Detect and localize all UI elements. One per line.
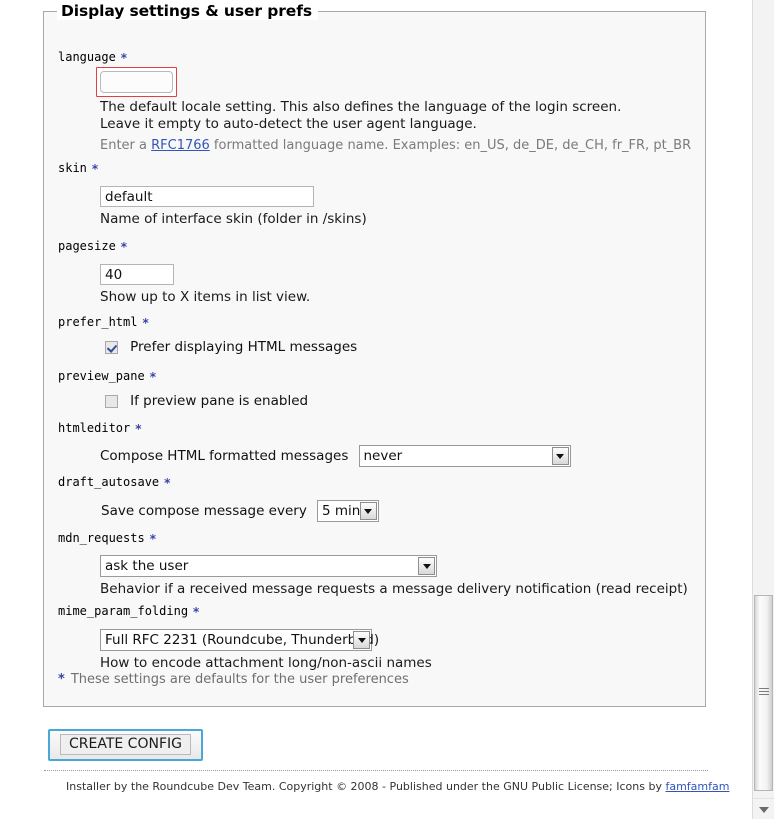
htmleditor-select-value: never [363, 448, 403, 464]
label-text: language [58, 50, 116, 64]
required-marker: * [164, 476, 171, 490]
label-skin: skin * [58, 161, 99, 176]
example-prefix: Enter a [100, 138, 152, 153]
label-text: mime_param_folding [58, 604, 189, 618]
preview-pane-checkbox-label: If preview pane is enabled [130, 393, 309, 409]
required-footnote-text: These settings are defaults for the user… [70, 672, 409, 687]
required-marker: * [135, 422, 142, 436]
pagesize-hint: Show up to X items in list view. [100, 289, 311, 305]
required-marker: * [142, 316, 149, 330]
create-config-button-label: CREATE CONFIG [60, 734, 191, 755]
chevron-down-icon[interactable] [359, 502, 377, 520]
scrollbar-thumb[interactable] [754, 595, 773, 791]
chevron-down-icon[interactable] [418, 557, 435, 575]
required-marker: * [120, 240, 128, 254]
label-draft-autosave: draft_autosave * [58, 475, 171, 490]
prefer-html-checkbox-label: Prefer displaying HTML messages [130, 339, 358, 355]
language-input[interactable] [100, 71, 173, 93]
preview-pane-checkbox-group[interactable]: If preview pane is enabled [105, 393, 308, 409]
scrollbar-grip-icon [758, 688, 769, 698]
rfc1766-link[interactable]: RFC1766 [151, 138, 210, 153]
pagesize-input[interactable] [100, 264, 174, 285]
language-input-error-wrapper [96, 67, 177, 97]
scrollbar-track[interactable] [753, 0, 774, 797]
label-text: htmleditor [58, 421, 131, 435]
label-preview-pane: preview_pane * [58, 369, 156, 384]
label-text: mdn_requests [58, 531, 145, 545]
scrollbar-down-button[interactable] [753, 798, 774, 819]
htmleditor-select[interactable]: never [358, 445, 571, 467]
required-marker: * [193, 605, 200, 619]
create-config-button[interactable]: CREATE CONFIG [48, 729, 203, 761]
mdn-requests-select-value: ask the user [105, 558, 189, 574]
draft-autosave-select-value: 5 min [321, 503, 361, 519]
draft-autosave-select[interactable]: 5 min [316, 500, 379, 522]
page-footer: Installer by the Roundcube Dev Team. Cop… [66, 780, 729, 793]
installer-page: Display settings & user prefs language * … [0, 0, 752, 819]
preview-pane-checkbox[interactable] [105, 394, 118, 408]
htmleditor-prefix-label: Compose HTML formatted messages [100, 448, 349, 464]
required-marker: * [149, 532, 156, 546]
required-marker: * [58, 672, 65, 687]
footer-text: Installer by the Roundcube Dev Team. Cop… [66, 780, 666, 793]
language-example-hint: Enter a RFC1766 formatted language name.… [100, 138, 691, 154]
language-hint-line-2: Leave it empty to auto-detect the user a… [100, 116, 477, 132]
draft-autosave-prefix-label: Save compose message every [101, 503, 307, 519]
label-mdn-requests: mdn_requests * [58, 531, 156, 546]
label-mime-param-folding: mime_param_folding * [58, 604, 200, 619]
label-htmleditor: htmleditor * [58, 421, 142, 436]
prefer-html-checkbox-group[interactable]: Prefer displaying HTML messages [105, 339, 357, 355]
chevron-down-icon[interactable] [353, 631, 370, 649]
label-text: pagesize [58, 239, 116, 253]
label-pagesize: pagesize * [58, 239, 128, 254]
mdn-requests-hint: Behavior if a received message requests … [100, 581, 688, 597]
footer-divider [44, 770, 708, 771]
required-footnote: * These settings are defaults for the use… [58, 672, 409, 687]
required-marker: * [120, 51, 128, 65]
label-text: preview_pane [58, 369, 145, 383]
skin-hint: Name of interface skin (folder in /skins… [100, 211, 367, 227]
required-marker: * [91, 162, 99, 176]
mime-param-folding-select[interactable]: Full RFC 2231 (Roundcube, Thunderbird) [100, 629, 379, 651]
language-hint-line-1: The default locale setting. This also de… [100, 99, 622, 115]
fieldset-legend: Display settings & user prefs [57, 2, 318, 20]
skin-input[interactable] [100, 186, 314, 207]
display-settings-fieldset: Display settings & user prefs language * … [43, 2, 706, 707]
mime-param-folding-select-value: Full RFC 2231 (Roundcube, Thunderbird) [105, 632, 380, 648]
vertical-scrollbar[interactable] [752, 0, 774, 819]
chevron-down-icon[interactable] [551, 447, 569, 465]
required-marker: * [149, 370, 156, 384]
mime-param-folding-hint: How to encode attachment long/non-ascii … [100, 655, 432, 671]
label-prefer-html: prefer_html * [58, 315, 149, 330]
label-text: prefer_html [58, 315, 138, 329]
label-language: language * [58, 50, 128, 65]
example-suffix: formatted language name. Examples: en_US… [209, 138, 692, 153]
label-text: skin [58, 161, 87, 175]
label-text: draft_autosave [58, 475, 160, 489]
mdn-requests-select[interactable]: ask the user [100, 555, 437, 577]
famfamfam-link[interactable]: famfamfam [665, 780, 729, 793]
prefer-html-checkbox[interactable] [105, 340, 118, 354]
